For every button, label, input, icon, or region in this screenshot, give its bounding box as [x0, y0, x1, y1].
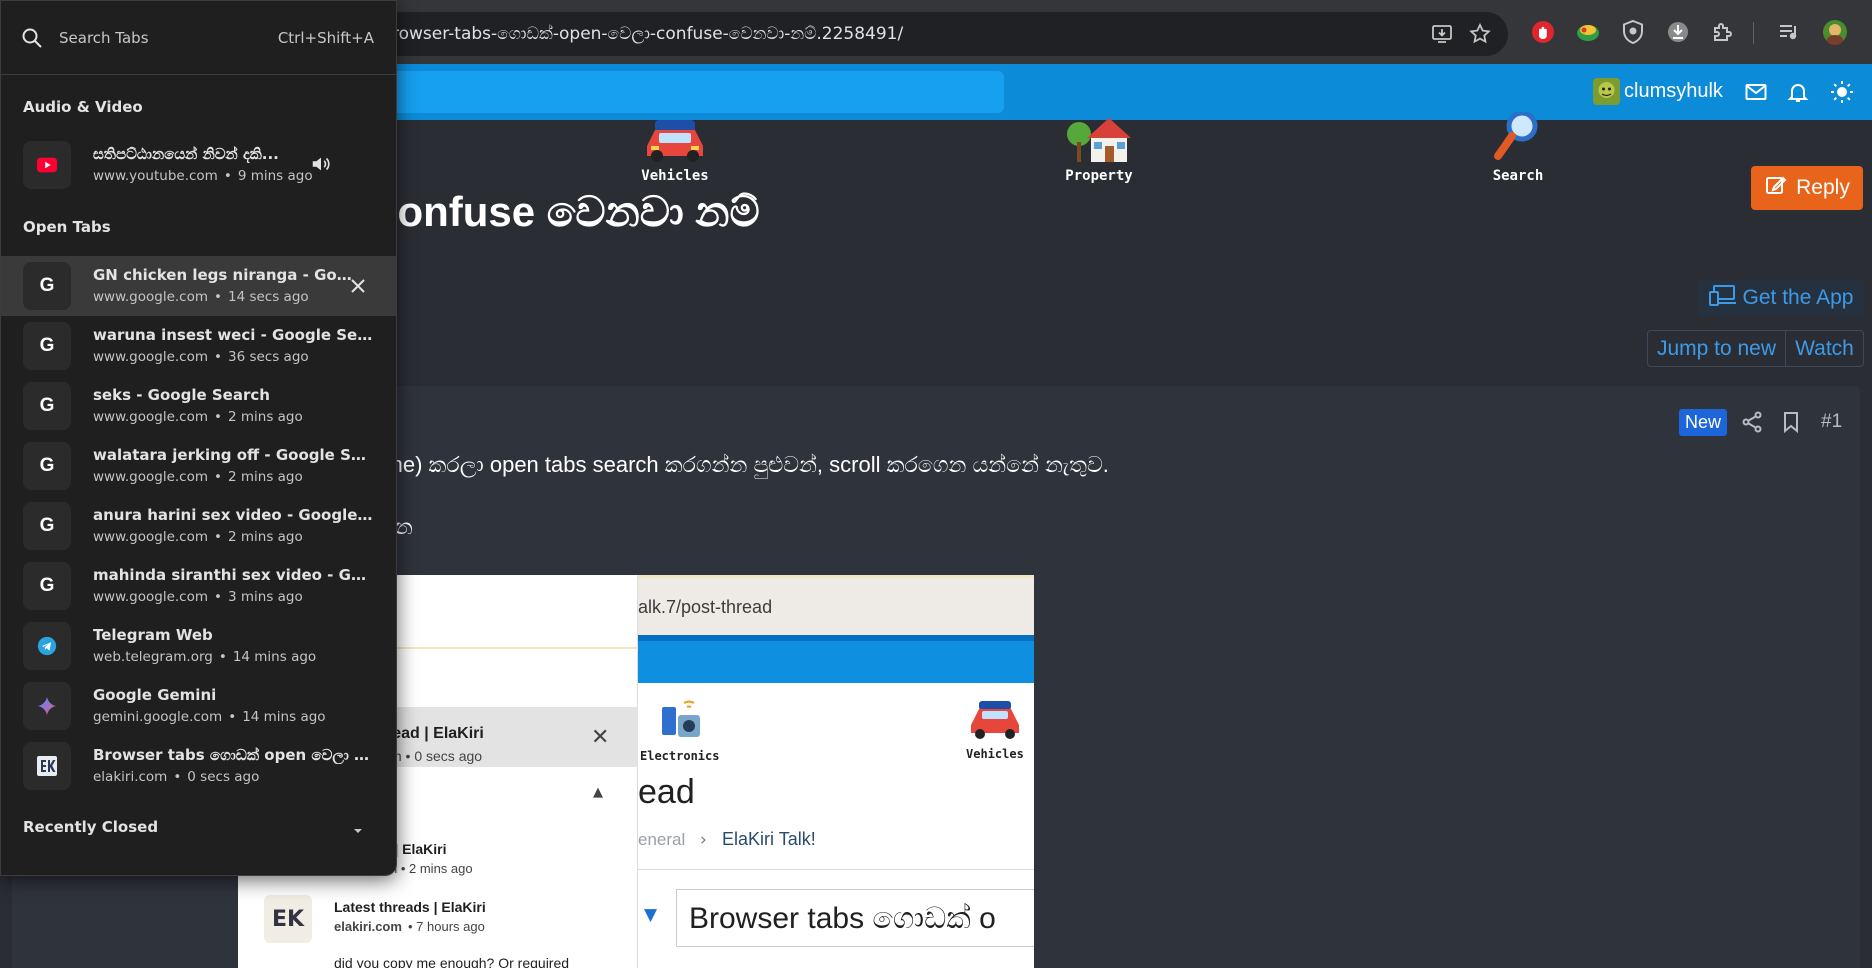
install-app-icon[interactable]: [1430, 22, 1454, 46]
bookmark-icon[interactable]: [1779, 410, 1803, 434]
close-tab-icon[interactable]: [346, 274, 370, 298]
reply-button[interactable]: Reply: [1751, 166, 1863, 210]
post-text: න: [395, 514, 413, 539]
speaker-icon[interactable]: [310, 153, 332, 175]
toolbar-divider: [1753, 22, 1754, 44]
google-icon: G: [23, 502, 71, 550]
bell-icon[interactable]: [1786, 80, 1810, 104]
url-text[interactable]: rowser-tabs-ගොඩක්-open-වෙලා-confuse-වෙනව…: [392, 24, 903, 44]
devices-icon: [1708, 283, 1737, 313]
reply-label: Reply: [1796, 176, 1850, 199]
translate-extension-icon[interactable]: [1575, 19, 1601, 45]
google-icon: G: [23, 262, 71, 310]
site-search-input[interactable]: [380, 71, 1004, 113]
section-audio-video: Audio & Video: [23, 98, 143, 116]
get-app-label: Get the App: [1742, 286, 1854, 309]
bookmark-star-icon[interactable]: [1468, 22, 1492, 46]
jump-to-new-button[interactable]: Jump to new: [1648, 331, 1786, 366]
edit-icon: [1764, 173, 1788, 203]
google-icon: G: [23, 322, 71, 370]
youtube-icon: [23, 141, 71, 189]
chevron-down-icon[interactable]: [351, 823, 365, 837]
section-recently-closed[interactable]: Recently Closed: [23, 818, 158, 836]
elakiri-icon: [23, 742, 71, 790]
get-app-button[interactable]: Get the App: [1698, 280, 1864, 316]
chevron-down-icon: ▼: [644, 905, 658, 925]
tab-row[interactable]: සතිපට්ඨානයෙන් නිවන් දකි... www.youtube.c…: [1, 135, 396, 195]
embedded-site-header: [638, 635, 1034, 683]
tab-row[interactable]: G anura harini sex video - Google Search…: [1, 496, 396, 556]
tab-search-header[interactable]: Search Tabs Ctrl+Shift+A: [1, 1, 396, 75]
tab-row[interactable]: G walatara jerking off - Google Search w…: [1, 436, 396, 496]
google-icon: G: [23, 442, 71, 490]
divider: [638, 869, 1034, 870]
section-open-tabs: Open Tabs: [23, 218, 111, 236]
inbox-icon[interactable]: [1744, 80, 1768, 104]
house-icon: [1065, 112, 1133, 164]
embedded-heading: ead: [638, 773, 695, 811]
tab-row[interactable]: G seks - Google Search www.google.com • 2 …: [1, 376, 396, 436]
gemini-icon: [23, 682, 71, 730]
tab-row[interactable]: G mahinda siranthi sex video - Google S.…: [1, 556, 396, 616]
post-number[interactable]: #1: [1821, 411, 1842, 433]
address-bar[interactable]: rowser-tabs-ගොඩක්-open-වෙලා-confuse-වෙනව…: [330, 12, 1508, 56]
extensions-puzzle-icon[interactable]: [1710, 19, 1736, 45]
google-icon: G: [23, 562, 71, 610]
chevron-right-icon: ›: [700, 830, 707, 850]
car-icon: [641, 116, 709, 164]
thread-actions: Jump to new Watch: [1647, 330, 1864, 367]
theme-toggle-icon[interactable]: [1830, 80, 1854, 104]
download-extension-icon[interactable]: [1665, 19, 1691, 45]
telegram-icon: [23, 622, 71, 670]
google-icon: G: [23, 382, 71, 430]
elakiri-icon: EK: [264, 895, 312, 943]
profile-avatar-icon[interactable]: [1822, 19, 1848, 45]
embedded-breadcrumb: eneral: [638, 830, 686, 849]
embedded-category-vehicles: Vehicles: [966, 697, 1024, 761]
avatar[interactable]: [1593, 78, 1620, 105]
category-property[interactable]: Property: [1024, 112, 1174, 184]
tab-search-popup: Search Tabs Ctrl+Shift+A Audio & Video ස…: [0, 0, 397, 876]
category-search[interactable]: Search: [1443, 110, 1593, 184]
new-badge: New: [1679, 409, 1727, 436]
embedded-title-field: Browser tabs ගොඩක් o: [676, 889, 1034, 947]
shortcut-hint: Ctrl+Shift+A: [277, 29, 374, 47]
tab-row[interactable]: Google Gemini gemini.google.com • 14 mins …: [1, 676, 396, 736]
tab-row[interactable]: Telegram Web web.telegram.org • 14 mins ag…: [1, 616, 396, 676]
chevron-up-icon: ▲: [593, 785, 603, 800]
share-icon[interactable]: [1740, 410, 1764, 434]
magnifier-icon: [1484, 110, 1552, 164]
tab-search-input[interactable]: Search Tabs: [59, 29, 149, 47]
tab-row[interactable]: G waruna insest weci - Google Search www…: [1, 316, 396, 376]
post-text: rome) කරලා open tabs search කරගන්න පුළුව…: [365, 452, 1109, 477]
close-icon: ✕: [591, 725, 610, 750]
media-controls-icon[interactable]: [1776, 19, 1802, 45]
category-vehicles[interactable]: Vehicles: [600, 116, 750, 184]
embedded-category-electronics: Electronics: [640, 697, 719, 763]
adblock-extension-icon[interactable]: [1530, 19, 1556, 45]
tab-row[interactable]: G GN chicken legs niranga - Google... ww…: [1, 256, 396, 316]
search-icon: [20, 26, 44, 50]
embedded-breadcrumb: ElaKiri Talk!: [722, 829, 816, 849]
car-icon: [970, 701, 1019, 739]
watch-button[interactable]: Watch: [1786, 331, 1863, 366]
tab-row[interactable]: Browser tabs ගොඩක් open වෙලා con... elak…: [1, 736, 396, 796]
shield-extension-icon[interactable]: [1620, 19, 1646, 45]
electronics-icon: [661, 700, 700, 737]
embedded-address-bar: alk.7/post-thread: [638, 575, 1034, 635]
username[interactable]: clumsyhulk: [1624, 80, 1723, 103]
